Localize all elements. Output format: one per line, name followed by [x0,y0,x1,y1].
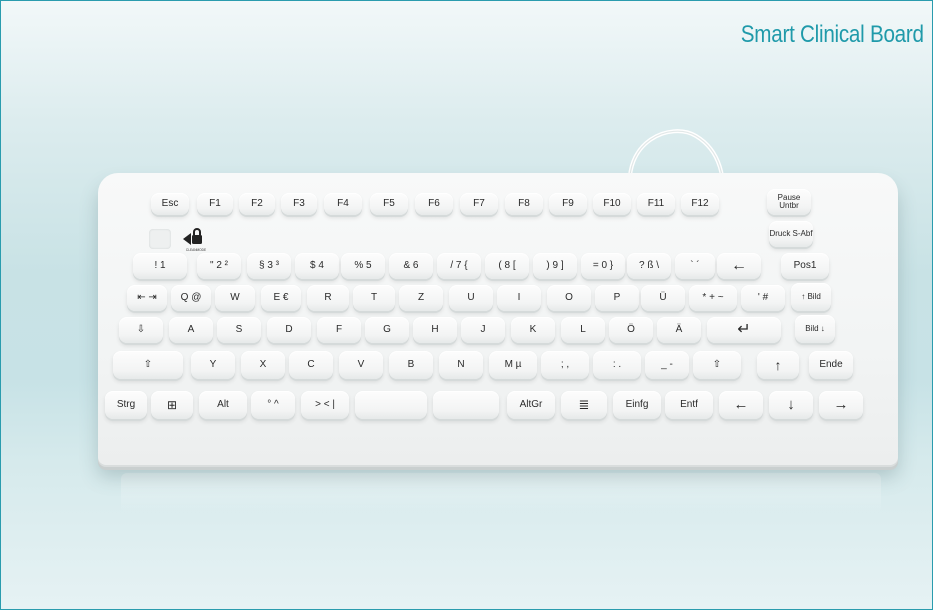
key-f11[interactable]: F11 [637,193,675,215]
key-acute[interactable]: ` ´ [675,253,715,279]
key-j[interactable]: J [461,317,505,343]
key-strg[interactable]: Strg [105,391,147,419]
svg-text:CLEANMODE: CLEANMODE [186,248,206,252]
key-a[interactable]: A [169,317,213,343]
key-t[interactable]: T [353,285,395,311]
key-shift-right[interactable]: ⇧ [693,351,741,379]
key-entf[interactable]: Entf [665,391,713,419]
key-alt[interactable]: Alt [199,391,247,419]
key-minus[interactable]: _ - [645,351,689,379]
key-h[interactable]: H [413,317,457,343]
key-backspace[interactable]: ← [717,253,761,279]
key-l[interactable]: L [561,317,605,343]
key-5[interactable]: % 5 [341,253,385,279]
key-1[interactable]: ! 1 [133,253,187,279]
key-page-down[interactable]: Bild ↓ [795,315,835,343]
key-f10[interactable]: F10 [593,193,631,215]
key-einfg[interactable]: Einfg [613,391,661,419]
key-q[interactable]: Q @ [171,285,211,311]
key-c[interactable]: C [289,351,333,379]
key-d[interactable]: D [267,317,311,343]
key-arrow-up[interactable]: ↑ [757,351,799,379]
menu-icon[interactable]: ≣ [561,391,607,419]
key-space-left[interactable] [355,391,427,419]
key-ende[interactable]: Ende [809,351,853,379]
key-f4[interactable]: F4 [324,193,362,215]
key-arrow-down[interactable]: ↓ [769,391,813,419]
key-enter[interactable]: ↵ [707,317,781,343]
key-x[interactable]: X [241,351,285,379]
key-oe[interactable]: Ö [609,317,653,343]
key-space-right[interactable] [433,391,499,419]
key-period[interactable]: : . [593,351,641,379]
key-v[interactable]: V [339,351,383,379]
product-title: Smart Clinical Board [741,21,924,48]
key-print[interactable]: Druck S-Abf [769,221,813,247]
key-sz[interactable]: ? ß \ [627,253,671,279]
key-f1[interactable]: F1 [197,193,233,215]
key-comma[interactable]: ; , [541,351,589,379]
key-z[interactable]: Z [399,285,443,311]
key-less-than[interactable]: > < | [301,391,349,419]
key-plus[interactable]: * + ~ [689,285,737,311]
key-ae[interactable]: Ä [657,317,701,343]
key-tab[interactable]: ⇤ ⇥ [127,285,167,311]
key-9[interactable]: ) 9 ] [533,253,577,279]
key-page-up[interactable]: ↑ Bild [791,283,831,311]
key-r[interactable]: R [307,285,349,311]
key-m[interactable]: M µ [489,351,537,379]
key-n[interactable]: N [439,351,483,379]
key-f3[interactable]: F3 [281,193,317,215]
key-7[interactable]: / 7 { [437,253,481,279]
key-esc[interactable]: Esc [151,193,189,215]
key-f2[interactable]: F2 [239,193,275,215]
key-circumflex[interactable]: ° ^ [251,391,295,419]
key-f9[interactable]: F9 [549,193,587,215]
key-6[interactable]: & 6 [389,253,433,279]
key-b[interactable]: B [389,351,433,379]
blank-key-slot [149,229,171,249]
key-caps[interactable]: ⇩ [119,317,163,343]
key-f6[interactable]: F6 [415,193,453,215]
key-f8[interactable]: F8 [505,193,543,215]
key-y[interactable]: Y [191,351,235,379]
key-f5[interactable]: F5 [370,193,408,215]
key-arrow-left[interactable]: ← [719,391,763,419]
key-ue[interactable]: Ü [641,285,685,311]
key-u[interactable]: U [449,285,493,311]
key-shift-left[interactable]: ⇧ [113,351,183,379]
key-g[interactable]: G [365,317,409,343]
lock-logo-icon: CLEANMODE [183,228,206,252]
key-3[interactable]: § 3 ³ [247,253,291,279]
key-0[interactable]: = 0 } [581,253,625,279]
key-i[interactable]: I [497,285,541,311]
key-f7[interactable]: F7 [460,193,498,215]
key-s[interactable]: S [217,317,261,343]
key-2[interactable]: " 2 ² [197,253,241,279]
key-o[interactable]: O [547,285,591,311]
key-pause[interactable]: Pause Untbr [767,189,811,215]
key-p[interactable]: P [595,285,639,311]
key-4[interactable]: $ 4 [295,253,339,279]
key-e[interactable]: E € [261,285,301,311]
keyboard-reflection [121,473,881,513]
key-arrow-right[interactable]: → [819,391,863,419]
key-pos1[interactable]: Pos1 [781,253,829,279]
key-f[interactable]: F [317,317,361,343]
product-photo: Smart Clinical Board CLEANMODE Esc F1 F2… [0,0,933,610]
key-f12[interactable]: F12 [681,193,719,215]
key-altgr[interactable]: AltGr [507,391,555,419]
key-k[interactable]: K [511,317,555,343]
key-hash[interactable]: ' # [741,285,785,311]
windows-icon[interactable]: ⊞ [151,391,193,419]
key-8[interactable]: ( 8 [ [485,253,529,279]
key-w[interactable]: W [215,285,255,311]
